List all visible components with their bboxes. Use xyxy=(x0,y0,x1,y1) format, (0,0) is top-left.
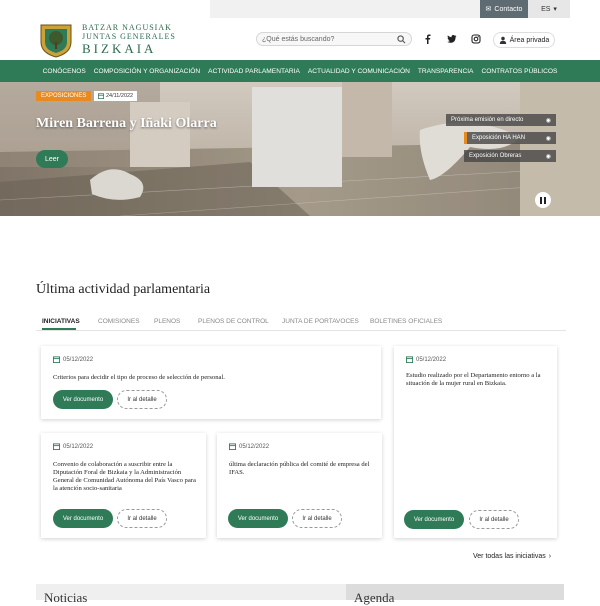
instagram-icon[interactable] xyxy=(469,32,483,46)
facebook-icon[interactable] xyxy=(421,32,435,46)
circle-arrow-icon: ◉ xyxy=(545,135,551,142)
language-selector[interactable]: ES ▾ xyxy=(528,0,570,18)
contact-button[interactable]: ✉ Contacto xyxy=(480,0,528,18)
tab-junta-portavoces[interactable]: JUNTA DE PORTAVOCES xyxy=(282,318,359,325)
circle-arrow-icon: ◉ xyxy=(545,117,551,124)
tab-plenos[interactable]: PLENOS xyxy=(154,318,180,325)
news-heading: Noticias xyxy=(44,590,88,605)
card-date-text: 05/12/2022 xyxy=(63,356,94,363)
see-all-label: Ver todas las iniciativas xyxy=(473,553,546,560)
nav-item-actualidad[interactable]: ACTUALIDAD Y COMUNICACIÓN xyxy=(308,68,410,75)
activity-tabs: INICIATIVAS COMISIONES PLENOS PLENOS DE … xyxy=(36,316,566,331)
mail-icon: ✉ xyxy=(485,6,492,13)
calendar-icon xyxy=(229,443,236,450)
hero-image xyxy=(0,82,600,216)
category-tag[interactable]: EXPOSICIONES xyxy=(36,91,92,101)
tab-plenos-control[interactable]: PLENOS DE CONTROL xyxy=(198,318,269,325)
view-document-button[interactable]: Ver documento xyxy=(53,509,113,528)
brand-line-3: BIZKAIA xyxy=(82,41,157,56)
card-date: 05/12/2022 xyxy=(53,443,93,450)
card-date: 05/12/2022 xyxy=(229,443,269,450)
language-label: ES xyxy=(541,5,551,13)
hero-link-ha-han-label: Exposición HA HAN xyxy=(472,135,526,141)
hero-banner xyxy=(0,82,600,216)
initiative-card: 05/12/2022 Estudio realizado por el Depa… xyxy=(394,346,557,538)
brand-name[interactable]: BATZAR NAGUSIAK JUNTAS GENERALES BIZKAIA xyxy=(82,23,176,56)
chevron-down-icon: ▾ xyxy=(553,6,557,13)
coat-of-arms-logo[interactable] xyxy=(38,22,74,58)
card-text: Estudio realizado por el Departamento en… xyxy=(406,372,541,387)
see-all-initiatives-link[interactable]: Ver todas las iniciativas › xyxy=(473,553,551,560)
search-input[interactable]: ¿Qué estás buscando? xyxy=(256,32,412,46)
view-document-button[interactable]: Ver documento xyxy=(228,509,288,528)
private-area-label: Área privada xyxy=(509,36,550,44)
contact-label: Contacto xyxy=(494,5,523,13)
card-text: Convenio de colaboración a suscribir ent… xyxy=(53,461,196,492)
search-icon[interactable] xyxy=(397,35,406,44)
hero-date-badge: 24/11/2022 xyxy=(94,91,138,101)
pause-button[interactable] xyxy=(535,192,551,208)
go-to-detail-button[interactable]: Ir al detalle xyxy=(292,509,342,528)
brand-line-2: JUNTAS GENERALES xyxy=(82,32,176,41)
tab-boletines[interactable]: BOLETINES OFICIALES xyxy=(370,318,442,325)
twitter-icon[interactable] xyxy=(445,32,459,46)
tab-active-indicator xyxy=(42,328,76,330)
view-document-button[interactable]: Ver documento xyxy=(404,510,464,529)
initiative-card: 05/12/2022 última declaración pública de… xyxy=(217,433,382,538)
section-title: Última actividad parlamentaria xyxy=(36,282,211,297)
go-to-detail-button[interactable]: Ir al detalle xyxy=(117,509,167,528)
view-document-button[interactable]: Ver documento xyxy=(53,390,113,409)
card-date-text: 05/12/2022 xyxy=(416,356,447,363)
nav-item-transparencia[interactable]: TRANSPARENCIA xyxy=(418,68,474,75)
initiative-card: 05/12/2022 Criterios para decidir el tip… xyxy=(41,346,381,419)
nav-item-composicion[interactable]: COMPOSICIÓN Y ORGANIZACIÓN xyxy=(94,68,200,75)
search-placeholder: ¿Qué estás buscando? xyxy=(262,35,335,43)
card-text: última declaración pública del comité de… xyxy=(229,461,370,476)
hero-date: 24/11/2022 xyxy=(106,93,134,99)
brand-line-1: BATZAR NAGUSIAK xyxy=(82,23,172,32)
hero-link-live[interactable]: Próxima emisión en directo ◉ xyxy=(446,114,556,126)
card-date: 05/12/2022 xyxy=(53,356,93,363)
read-button[interactable]: Leer xyxy=(36,150,68,168)
card-date-text: 05/12/2022 xyxy=(63,443,94,450)
news-section: Noticias xyxy=(36,584,346,605)
nav-item-conocenos[interactable]: CONÓCENOS xyxy=(43,68,86,75)
chevron-right-icon: › xyxy=(548,553,552,560)
nav-item-actividad[interactable]: ACTIVIDAD PARLAMENTARIA xyxy=(208,68,300,75)
hero-link-obreras-label: Exposición Obreras xyxy=(469,153,522,159)
circle-arrow-icon: ◉ xyxy=(545,153,551,160)
card-text: Criterios para decidir el tipo de proces… xyxy=(53,374,225,381)
user-icon xyxy=(499,36,506,44)
hero-link-obreras[interactable]: Exposición Obreras ◉ xyxy=(464,150,556,162)
nav-item-contratos[interactable]: CONTRATOS PÚBLICOS xyxy=(481,68,557,75)
agenda-section: Agenda xyxy=(346,584,564,605)
calendar-icon xyxy=(98,93,104,99)
card-date: 05/12/2022 xyxy=(406,356,446,363)
go-to-detail-button[interactable]: Ir al detalle xyxy=(469,510,519,529)
private-area-button[interactable]: Área privada xyxy=(493,32,555,48)
hero-title: Miren Barrena y Iñaki Olarra xyxy=(36,116,217,131)
hero-link-live-label: Próxima emisión en directo xyxy=(451,117,524,123)
hero-link-ha-han[interactable]: Exposición HA HAN ◉ xyxy=(464,132,556,144)
main-nav: CONÓCENOS COMPOSICIÓN Y ORGANIZACIÓN ACT… xyxy=(0,60,600,82)
initiative-card: 05/12/2022 Convenio de colaboración a su… xyxy=(41,433,206,538)
go-to-detail-button[interactable]: Ir al detalle xyxy=(117,390,167,409)
calendar-icon xyxy=(53,356,60,363)
tab-iniciativas[interactable]: INICIATIVAS xyxy=(42,318,80,325)
calendar-icon xyxy=(53,443,60,450)
tab-comisiones[interactable]: COMISIONES xyxy=(98,318,140,325)
card-date-text: 05/12/2022 xyxy=(239,443,270,450)
pause-icon xyxy=(540,196,546,204)
agenda-heading: Agenda xyxy=(354,590,395,605)
calendar-icon xyxy=(406,356,413,363)
